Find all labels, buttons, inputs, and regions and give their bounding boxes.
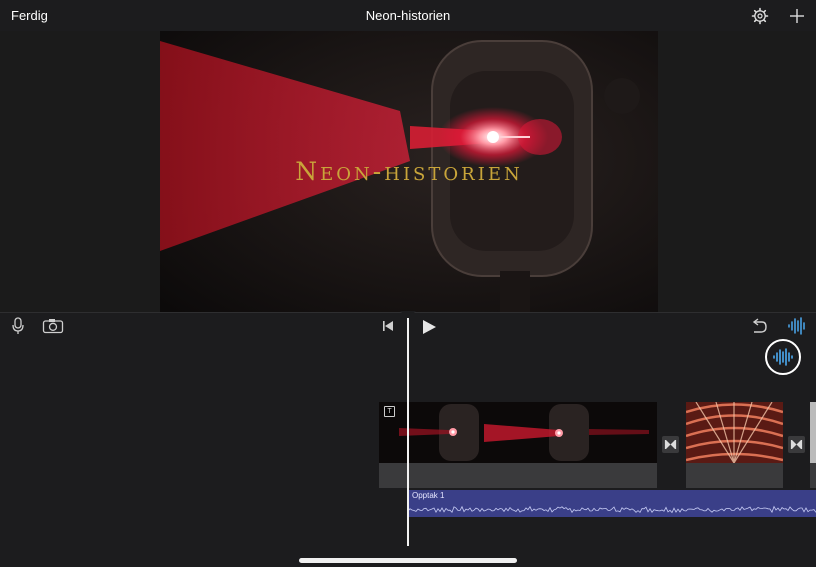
clip-thumbnail bbox=[686, 402, 783, 464]
project-title: Neon-historien bbox=[365, 8, 451, 23]
audio-waveform bbox=[408, 505, 816, 514]
video-viewer: Neon-historien bbox=[0, 31, 816, 312]
overlay-title-text: Neon-historien bbox=[295, 157, 523, 186]
video-clip-3[interactable] bbox=[810, 402, 816, 488]
waveform-icon bbox=[773, 348, 793, 366]
top-bar: Ferdig Neon-historien bbox=[0, 0, 816, 31]
transition-button-1[interactable] bbox=[662, 436, 679, 453]
play-icon[interactable] bbox=[421, 318, 437, 336]
gear-icon[interactable] bbox=[750, 6, 770, 26]
transition-icon bbox=[664, 440, 677, 449]
waveform-icon[interactable] bbox=[787, 317, 807, 335]
skip-to-start-icon[interactable] bbox=[381, 319, 395, 333]
transition-button-2[interactable] bbox=[788, 436, 805, 453]
preview-frame[interactable]: Neon-historien bbox=[160, 31, 658, 312]
title-overlay-badge-icon: T bbox=[384, 406, 395, 417]
home-indicator[interactable] bbox=[299, 558, 517, 563]
plus-icon[interactable] bbox=[787, 6, 807, 26]
transition-icon bbox=[790, 440, 803, 449]
video-clip-1[interactable] bbox=[379, 402, 657, 488]
camera-icon[interactable] bbox=[42, 318, 64, 334]
video-clip-2[interactable] bbox=[686, 402, 783, 488]
audio-waveform-button[interactable] bbox=[765, 339, 801, 375]
clip-thumbnail bbox=[379, 402, 657, 463]
playhead[interactable] bbox=[407, 318, 409, 546]
undo-icon[interactable] bbox=[750, 318, 768, 334]
microphone-icon[interactable] bbox=[10, 317, 26, 335]
clip-thumbnail bbox=[810, 402, 816, 463]
audio-clip[interactable]: Opptak 1 bbox=[408, 490, 816, 517]
